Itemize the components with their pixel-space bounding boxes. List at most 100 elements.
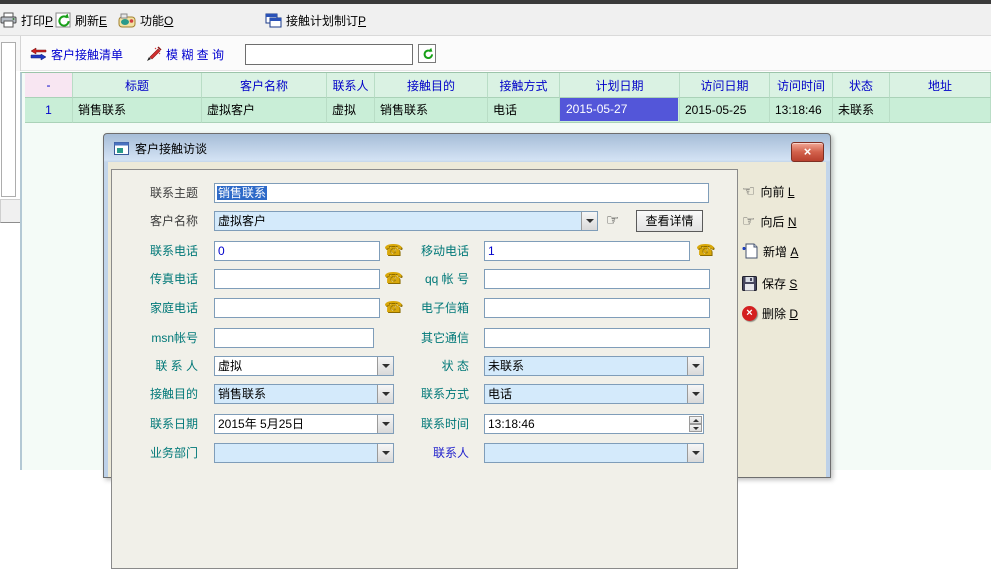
row-number-cell[interactable]: 1 (25, 98, 73, 123)
save-button[interactable]: 保存 S (742, 273, 797, 293)
fax-phone-label: 传真电话 (122, 269, 198, 289)
contact-person2-label: 联系人 (394, 443, 469, 463)
column-header[interactable]: - (25, 73, 73, 98)
qq-label: qq 帐 号 (394, 269, 469, 289)
contact-person-combobox[interactable]: 虚拟 (214, 356, 394, 376)
column-header[interactable]: 状态 (833, 73, 890, 98)
view-detail-button[interactable]: 查看详情 (636, 210, 703, 232)
contact-list-label: 客户接触清单 (51, 46, 123, 63)
home-phone-input[interactable] (214, 298, 380, 318)
chevron-down-icon[interactable] (377, 444, 393, 462)
contact-phone-label: 联系电话 (122, 241, 198, 261)
collapsed-side-panel[interactable] (1, 42, 16, 197)
contact-person-label: 联 系 人 (122, 356, 198, 376)
dialog-content: 联系主题 销售联系 客户名称 虚拟客户 ☞ 查看详情 联系电话 ☎ 移动电话 ☎… (108, 162, 826, 477)
new-document-icon (742, 243, 758, 259)
purpose-cell[interactable]: 销售联系 (375, 98, 488, 123)
print-button[interactable]: 打印P (0, 9, 53, 31)
customer-cell[interactable]: 虚拟客户 (202, 98, 327, 123)
delete-button[interactable]: × 删除 D (742, 303, 798, 323)
main-toolbar: 打印P 刷新E 功能O 接触计划制订P (0, 4, 991, 36)
contact-plan-label: 接触计划制订 (286, 14, 358, 28)
selected-cell-highlight: 2015-05-27 (560, 98, 678, 121)
table-row[interactable]: 1 销售联系 虚拟客户 虚拟 销售联系 电话 2015-05-27 2015-0… (25, 98, 991, 123)
address-cell[interactable] (890, 98, 991, 123)
contact-person2-combobox[interactable] (484, 443, 704, 463)
dialog-title: 客户接触访谈 (135, 140, 207, 157)
visit-date-cell[interactable]: 2015-05-25 (680, 98, 770, 123)
dialog-icon (114, 142, 129, 155)
spin-up-button[interactable] (689, 416, 702, 424)
column-header[interactable]: 客户名称 (202, 73, 327, 98)
email-input[interactable] (484, 298, 710, 318)
msn-label: msn帐号 (122, 328, 198, 348)
column-header[interactable]: 联系人 (327, 73, 375, 98)
home-phone-label: 家庭电话 (122, 298, 198, 318)
list-toolbar: 客户接触清单 模 糊 查 询 (0, 36, 991, 71)
chevron-down-icon[interactable] (687, 357, 703, 375)
mobile-phone-label: 移动电话 (394, 241, 469, 261)
time-spinner[interactable]: 13:18:46 (484, 414, 704, 434)
column-header[interactable]: 标题 (73, 73, 202, 98)
column-header[interactable]: 地址 (890, 73, 991, 98)
chevron-down-icon[interactable] (687, 444, 703, 462)
refresh-button[interactable]: 刷新E (55, 9, 107, 31)
previous-button[interactable]: ☜ 向前 L (742, 181, 795, 201)
date-picker[interactable]: 2015年 5月25日 (214, 414, 394, 434)
dialog-titlebar[interactable]: 客户接触访谈 (104, 134, 830, 162)
search-input[interactable] (245, 44, 413, 65)
spin-down-button[interactable] (689, 424, 702, 432)
fuzzy-search-button[interactable]: 模 糊 查 询 (146, 43, 224, 65)
purpose-combobox[interactable]: 销售联系 (214, 384, 394, 404)
cascade-windows-icon (265, 13, 282, 28)
search-refresh-button[interactable] (418, 44, 436, 63)
contact-interview-dialog: 客户接触访谈 × 联系主题 销售联系 客户名称 虚拟客户 ☞ 查看详情 联系电话… (103, 133, 831, 478)
column-header[interactable]: 接触目的 (375, 73, 488, 98)
chevron-down-icon[interactable] (377, 415, 393, 433)
column-header[interactable]: 计划日期 (560, 73, 680, 98)
status-cell[interactable]: 未联系 (833, 98, 890, 123)
method-combobox[interactable]: 电话 (484, 384, 704, 404)
chevron-down-icon[interactable] (581, 212, 597, 230)
phone-icon[interactable]: ☎ (696, 241, 714, 261)
title-cell[interactable]: 销售联系 (73, 98, 202, 123)
other-comm-input[interactable] (484, 328, 710, 348)
status-label: 状 态 (394, 356, 469, 376)
column-header[interactable]: 接触方式 (488, 73, 560, 98)
column-header[interactable]: 访问时间 (770, 73, 833, 98)
plan-date-cell-selected[interactable]: 2015-05-27 (560, 98, 680, 123)
department-combobox[interactable] (214, 443, 394, 463)
subject-input[interactable]: 销售联系 (214, 183, 709, 203)
hand-right-icon: ☞ (742, 212, 755, 230)
purpose-label: 接触目的 (122, 384, 198, 404)
chevron-down-icon[interactable] (687, 385, 703, 403)
visit-time-cell[interactable]: 13:18:46 (770, 98, 833, 123)
refresh-label: 刷新 (75, 14, 99, 28)
status-combobox[interactable]: 未联系 (484, 356, 704, 376)
customer-combobox[interactable]: 虚拟客户 (214, 211, 598, 231)
other-comm-label: 其它通信 (394, 328, 469, 348)
contact-plan-button[interactable]: 接触计划制订P (265, 9, 366, 31)
next-button[interactable]: ☞ 向后 N (742, 211, 796, 231)
subject-label: 联系主题 (122, 183, 198, 203)
qq-input[interactable] (484, 269, 710, 289)
function-button[interactable]: 功能O (118, 9, 173, 31)
chevron-down-icon[interactable] (377, 385, 393, 403)
refresh-icon (55, 12, 71, 28)
mobile-phone-input[interactable] (484, 241, 690, 261)
method-cell[interactable]: 电话 (488, 98, 560, 123)
close-button[interactable]: × (791, 142, 824, 162)
chevron-down-icon[interactable] (377, 357, 393, 375)
contact-list-button[interactable]: 客户接触清单 (30, 43, 123, 65)
method-label: 联系方式 (394, 384, 469, 404)
add-new-button[interactable]: 新增 A (742, 241, 798, 261)
msn-input[interactable] (214, 328, 374, 348)
contact-cell[interactable]: 虚拟 (327, 98, 375, 123)
delete-circle-icon: × (742, 306, 757, 321)
customer-label: 客户名称 (122, 211, 198, 231)
column-header[interactable]: 访问日期 (680, 73, 770, 98)
contact-phone-input[interactable] (214, 241, 380, 261)
swap-arrows-icon (30, 47, 47, 61)
fax-phone-input[interactable] (214, 269, 380, 289)
department-label: 业务部门 (122, 443, 198, 463)
